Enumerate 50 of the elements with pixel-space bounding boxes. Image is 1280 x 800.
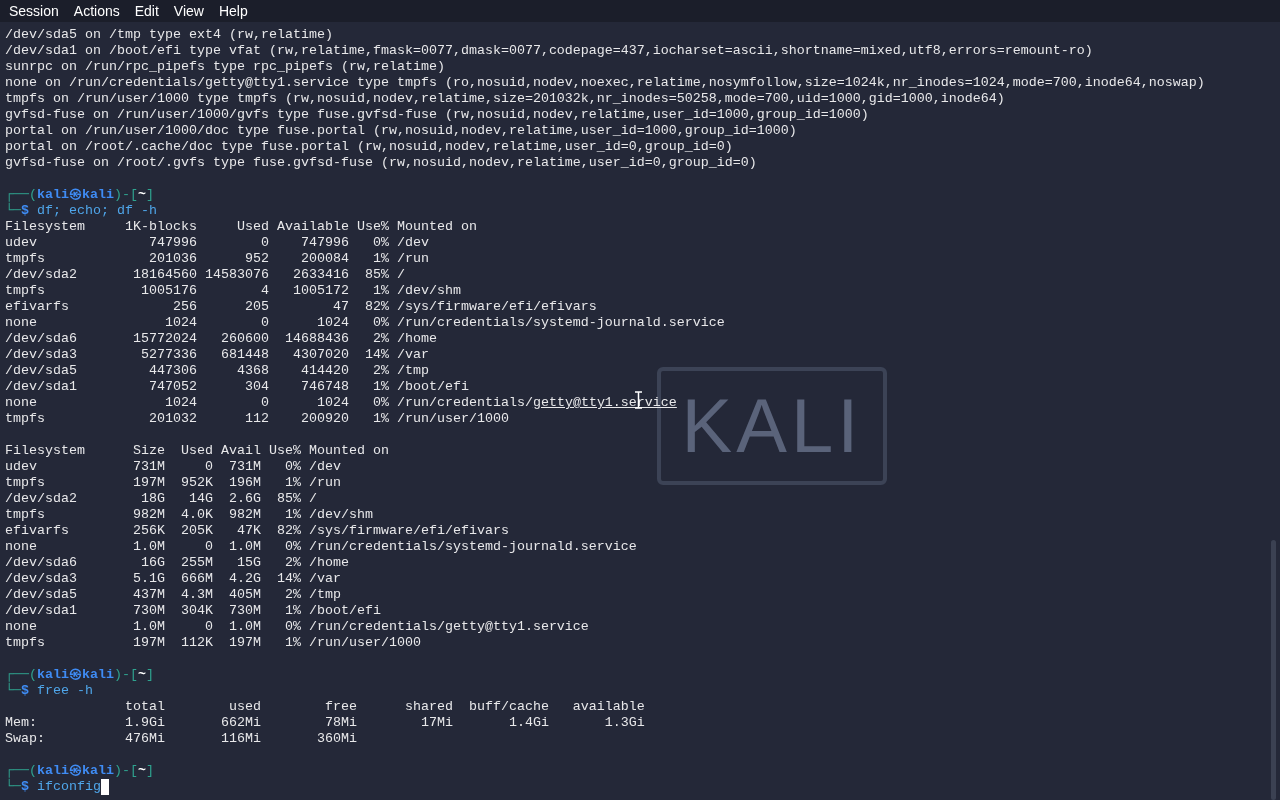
- menu-item[interactable]: Edit: [134, 4, 159, 18]
- output-line: /dev/sda5 on /tmp type ext4 (rw,relatime): [5, 27, 333, 43]
- output-line: /dev/sda2 18164560 14583076 2633416 85% /: [5, 267, 405, 283]
- command-line: └─$ df; echo; df -h: [5, 203, 157, 219]
- prompt-line: ┌──(kali㉿kali)-[~]: [5, 763, 154, 779]
- command-line: └─$ free -h: [5, 683, 93, 699]
- output-line: /dev/sda1 747052 304 746748 1% /boot/efi: [5, 379, 469, 395]
- output-line: gvfsd-fuse on /root/.gvfs type fuse.gvfsd-fuse (rw,nosuid,nodev,relatime,user_id=0,group_id=0): [5, 155, 757, 171]
- output-line: /dev/sda5 447306 4368 414420 2% /tmp: [5, 363, 429, 379]
- output-line: Swap: 476Mi 116Mi 360Mi: [5, 731, 357, 747]
- output-line: none 1.0M 0 1.0M 0% /run/credentials/systemd-journald.service: [5, 539, 637, 555]
- output-line: Filesystem Size Used Avail Use% Mounted on: [5, 443, 389, 459]
- output-line: udev 747996 0 747996 0% /dev: [5, 235, 429, 251]
- output-line: /dev/sda1 730M 304K 730M 1% /boot/efi: [5, 603, 381, 619]
- output-line: sunrpc on /run/rpc_pipefs type rpc_pipefs (rw,relatime): [5, 59, 445, 75]
- output-line: Mem: 1.9Gi 662Mi 78Mi 17Mi 1.4Gi 1.3Gi: [5, 715, 645, 731]
- menu-item[interactable]: Help: [218, 4, 248, 18]
- output-line: udev 731M 0 731M 0% /dev: [5, 459, 341, 475]
- output-line: tmpfs on /run/user/1000 type tmpfs (rw,nosuid,nodev,relatime,size=201032k,nr_inodes=50258,mode=700,uid=1000,gid=1000,inode64): [5, 91, 1005, 107]
- output-line: tmpfs 197M 952K 196M 1% /run: [5, 475, 341, 491]
- output-line: /dev/sda5 437M 4.3M 405M 2% /tmp: [5, 587, 341, 603]
- output-line: tmpfs 982M 4.0K 982M 1% /dev/shm: [5, 507, 373, 523]
- output-line: none on /run/credentials/getty@tty1.service type tmpfs (ro,nosuid,nodev,noexec,relatime,nosymfollow,size=1024k,nr_inodes=1024,mode=700,inode64,noswap): [5, 75, 1205, 91]
- output-line: tmpfs 197M 112K 197M 1% /run/user/1000: [5, 635, 421, 651]
- output-line: /dev/sda6 15772024 260600 14688436 2% /home: [5, 331, 437, 347]
- output-line: none 1024 0 1024 0% /run/credentials/: [5, 395, 533, 411]
- output-line: none 1024 0 1024 0% /run/credentials/systemd-journald.service: [5, 315, 725, 331]
- command-line: └─$ ifconfig: [5, 779, 101, 795]
- output-line: total used free shared buff/cache available: [123, 699, 645, 715]
- menu-item[interactable]: Actions: [73, 4, 120, 18]
- output-line: none 1.0M 0 1.0M 0% /run/credentials/getty@tty1.service: [5, 619, 589, 635]
- prompt-line: ┌──(kali㉿kali)-[~]: [5, 187, 154, 203]
- prompt-line: ┌──(kali㉿kali)-[~]: [5, 667, 154, 683]
- output-line: /dev/sda3 5.1G 666M 4.2G 14% /var: [5, 571, 341, 587]
- output-line: efivarfs 256K 205K 47K 82% /sys/firmware/efi/efivars: [5, 523, 509, 539]
- output-line: /dev/sda3 5277336 681448 4307020 14% /var: [5, 347, 429, 363]
- scrollbar-thumb[interactable]: [1271, 540, 1276, 800]
- output-line: tmpfs 1005176 4 1005172 1% /dev/shm: [5, 283, 461, 299]
- output-line: efivarfs 256 205 47 82% /sys/firmware/efi/efivars: [5, 299, 597, 315]
- output-line: tmpfs 201036 952 200084 1% /run: [5, 251, 429, 267]
- output-line: /dev/sda2 18G 14G 2.6G 85% /: [5, 491, 317, 507]
- output-line: tmpfs 201032 112 200920 1% /run/user/1000: [5, 411, 509, 427]
- output-line: portal on /root/.cache/doc type fuse.portal (rw,nosuid,nodev,relatime,user_id=0,group_id=0): [5, 139, 733, 155]
- output-line: portal on /run/user/1000/doc type fuse.portal (rw,nosuid,nodev,relatime,user_id=1000,group_id=1000): [5, 123, 797, 139]
- menu-item[interactable]: Session: [9, 4, 59, 18]
- output-line: /dev/sda6 16G 255M 15G 2% /home: [5, 555, 349, 571]
- output-line: gvfsd-fuse on /run/user/1000/gvfs type fuse.gvfsd-fuse (rw,nosuid,nodev,relatime,user_id=1000,group_id=1000): [5, 107, 869, 123]
- output-line: Filesystem 1K-blocks Used Available Use% Mounted on: [5, 219, 477, 235]
- menu-item[interactable]: View: [173, 4, 204, 18]
- output-line: /dev/sda1 on /boot/efi type vfat (rw,relatime,fmask=0077,dmask=0077,codepage=437,iocharset=ascii,shortname=mixed,utf8,errors=remount-ro): [5, 43, 1093, 59]
